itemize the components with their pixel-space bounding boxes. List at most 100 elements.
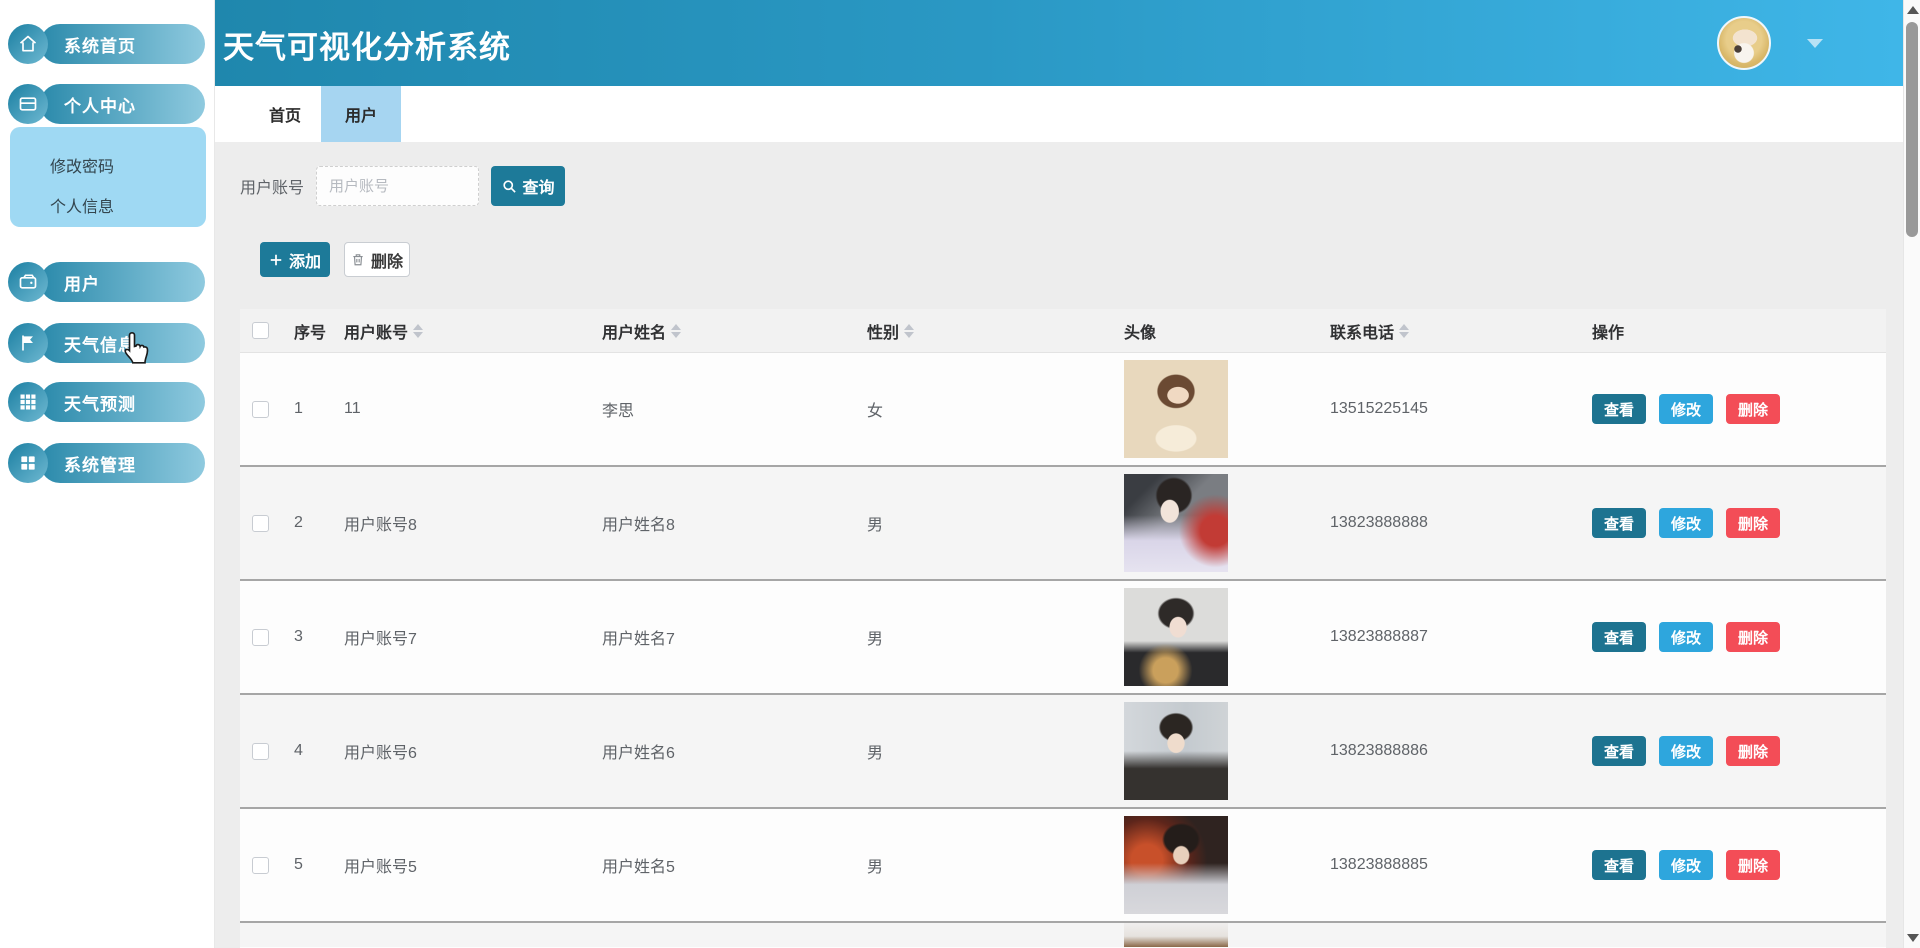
table-row: 2 用户账号8 用户姓名8 男 13823888888 查看 修改 删除: [240, 467, 1886, 581]
view-button[interactable]: 查看: [1592, 394, 1646, 424]
chevron-down-icon[interactable]: [1807, 39, 1823, 48]
cell-gender: 男: [867, 467, 883, 579]
tab-home[interactable]: 首页: [251, 86, 319, 142]
row-delete-button[interactable]: 删除: [1726, 736, 1780, 766]
cell-account: 用户账号7: [344, 581, 417, 693]
scrollbar-thumb[interactable]: [1906, 22, 1918, 237]
search-button[interactable]: 查询: [491, 166, 565, 206]
column-header-gender[interactable]: 性别: [867, 309, 914, 352]
cell-phone: 13515225145: [1330, 353, 1428, 465]
row-checkbox[interactable]: [252, 857, 269, 874]
delete-button[interactable]: 删除: [344, 242, 410, 277]
sidebar-item-home[interactable]: 系统首页: [0, 24, 215, 64]
toolbar: 添加 删除: [260, 242, 410, 277]
search-input[interactable]: [316, 166, 479, 206]
cell-index: 4: [294, 695, 303, 807]
cell-name: 用户姓名5: [602, 809, 675, 921]
cell-phone: 13823888887: [1330, 581, 1428, 693]
table-header-row: 序号 用户账号 用户姓名 性别 头像 联系电话 操作: [240, 309, 1886, 353]
edit-button[interactable]: 修改: [1659, 850, 1713, 880]
wallet-icon: [8, 262, 48, 302]
column-header-name[interactable]: 用户姓名: [602, 309, 681, 352]
edit-button[interactable]: 修改: [1659, 736, 1713, 766]
cell-phone: 13823888888: [1330, 467, 1428, 579]
cell-gender: 女: [867, 353, 883, 465]
cell-index: 2: [294, 467, 303, 579]
sidebar-item-label: 系统管理: [64, 451, 136, 476]
table-row: 4 用户账号6 用户姓名6 男 13823888886 查看 修改 删除: [240, 695, 1886, 809]
edit-button[interactable]: 修改: [1659, 394, 1713, 424]
user-avatar: [1124, 474, 1228, 572]
cell-name: 用户姓名8: [602, 467, 675, 579]
table-row-partial: [240, 923, 1886, 947]
add-button[interactable]: 添加: [260, 242, 330, 277]
sidebar-item-weather-info[interactable]: 天气信息: [0, 323, 215, 363]
scroll-up-icon[interactable]: [1907, 6, 1919, 14]
view-button[interactable]: 查看: [1592, 622, 1646, 652]
edit-button[interactable]: 修改: [1659, 622, 1713, 652]
sidebar-item-change-password[interactable]: 修改密码: [50, 153, 114, 177]
user-avatar: [1124, 360, 1228, 458]
view-button[interactable]: 查看: [1592, 850, 1646, 880]
user-area: [1717, 16, 1823, 70]
user-avatar: [1124, 702, 1228, 800]
column-header-actions: 操作: [1592, 309, 1624, 352]
avatar[interactable]: [1717, 16, 1771, 70]
flag-icon: [8, 323, 48, 363]
cell-account: 11: [344, 353, 361, 465]
row-checkbox[interactable]: [252, 401, 269, 418]
row-checkbox[interactable]: [252, 515, 269, 532]
row-delete-button[interactable]: 删除: [1726, 508, 1780, 538]
sidebar-item-system-admin[interactable]: 系统管理: [0, 443, 215, 483]
page-title: 天气可视化分析系统: [223, 22, 511, 67]
sidebar-item-label: 天气信息: [64, 331, 136, 356]
sort-icon[interactable]: [1399, 324, 1409, 338]
grid-nine-icon: [8, 382, 48, 422]
row-checkbox[interactable]: [252, 743, 269, 760]
plus-icon: [269, 253, 283, 267]
row-delete-button[interactable]: 删除: [1726, 622, 1780, 652]
user-avatar: [1124, 923, 1228, 947]
sidebar-item-personal-center[interactable]: 个人中心: [0, 84, 215, 124]
sidebar: 系统首页 个人中心 修改密码 个人信息 用户 天气信息: [0, 0, 215, 948]
edit-button[interactable]: 修改: [1659, 508, 1713, 538]
sidebar-item-label: 个人中心: [64, 92, 136, 117]
cell-index: 3: [294, 581, 303, 693]
card-icon: [8, 84, 48, 124]
row-delete-button[interactable]: 删除: [1726, 850, 1780, 880]
select-all-checkbox[interactable]: [252, 322, 269, 339]
home-icon: [8, 24, 48, 64]
column-header-account[interactable]: 用户账号: [344, 309, 423, 352]
tab-users[interactable]: 用户: [321, 86, 401, 142]
sort-icon[interactable]: [671, 324, 681, 338]
sidebar-item-label: 系统首页: [64, 32, 136, 57]
scrollbar[interactable]: [1903, 0, 1920, 948]
view-button[interactable]: 查看: [1592, 508, 1646, 538]
table-row: 5 用户账号5 用户姓名5 男 13823888885 查看 修改 删除: [240, 809, 1886, 923]
cell-account: 用户账号8: [344, 467, 417, 579]
users-table: 序号 用户账号 用户姓名 性别 头像 联系电话 操作 1: [240, 309, 1886, 948]
cell-name: 用户姓名7: [602, 581, 675, 693]
scroll-down-icon[interactable]: [1907, 934, 1919, 942]
sidebar-item-label: 天气预测: [64, 390, 136, 415]
row-checkbox[interactable]: [252, 629, 269, 646]
app-root: 系统首页 个人中心 修改密码 个人信息 用户 天气信息: [0, 0, 1920, 948]
user-avatar: [1124, 588, 1228, 686]
sort-icon[interactable]: [413, 324, 423, 338]
cell-name: 用户姓名6: [602, 695, 675, 807]
trash-icon: [351, 252, 365, 267]
view-button[interactable]: 查看: [1592, 736, 1646, 766]
sort-icon[interactable]: [904, 324, 914, 338]
column-header-phone[interactable]: 联系电话: [1330, 309, 1409, 352]
row-delete-button[interactable]: 删除: [1726, 394, 1780, 424]
cell-gender: 男: [867, 695, 883, 807]
search-row: 用户账号 查询: [240, 166, 565, 206]
cell-phone: 13823888885: [1330, 809, 1428, 921]
sidebar-item-users[interactable]: 用户: [0, 262, 215, 302]
user-avatar: [1124, 816, 1228, 914]
tab-bar: 首页 用户: [215, 86, 1903, 142]
sidebar-item-profile[interactable]: 个人信息: [50, 193, 114, 217]
cell-phone: 13823888886: [1330, 695, 1428, 807]
sidebar-item-weather-forecast[interactable]: 天气预测: [0, 382, 215, 422]
table-row: 3 用户账号7 用户姓名7 男 13823888887 查看 修改 删除: [240, 581, 1886, 695]
